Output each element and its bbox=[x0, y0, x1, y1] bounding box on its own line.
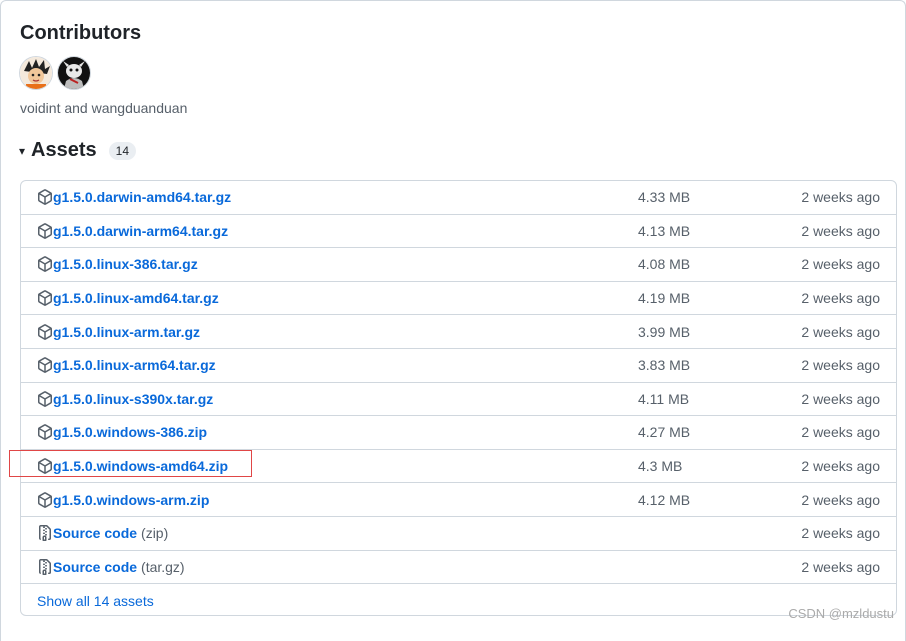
assets-toggle[interactable]: ▾ Assets 14 bbox=[19, 139, 136, 162]
package-icon bbox=[37, 458, 53, 474]
asset-name: g1.5.0.linux-amd64.tar.gz bbox=[53, 290, 219, 307]
release-panel: Contributors voidint and wangduanduan ▾ … bbox=[0, 0, 906, 641]
asset-row: g1.5.0.darwin-amd64.tar.gz 4.33 MB 2 weeks… bbox=[21, 181, 896, 215]
asset-row: g1.5.0.windows-386.zip 4.27 MB 2 weeks ago bbox=[21, 416, 896, 450]
asset-row: g1.5.0.linux-386.tar.gz 4.08 MB 2 weeks ag… bbox=[21, 248, 896, 282]
asset-name: g1.5.0.windows-386.zip bbox=[53, 424, 208, 441]
asset-date: 2 weeks ago bbox=[801, 189, 880, 206]
asset-name: Source code bbox=[53, 525, 138, 542]
asset-name: g1.5.0.linux-arm.tar.gz bbox=[53, 323, 201, 340]
asset-date: 2 weeks ago bbox=[801, 558, 880, 575]
asset-date: 2 weeks ago bbox=[801, 424, 880, 441]
asset-name-suffix: (zip) bbox=[141, 525, 169, 542]
asset-name-cell: Source code (zip) bbox=[37, 517, 168, 550]
file-zip-icon bbox=[37, 558, 53, 575]
asset-row: g1.5.0.windows-arm.zip 4.12 MB 2 weeks ago bbox=[21, 483, 896, 517]
asset-date: 2 weeks ago bbox=[801, 290, 880, 307]
avatar-voidint[interactable] bbox=[20, 57, 52, 89]
package-icon bbox=[37, 256, 53, 273]
asset-name-cell: g1.5.0.linux-386.tar.gz bbox=[37, 248, 198, 281]
asset-name: g1.5.0.darwin-amd64.tar.gz bbox=[53, 189, 232, 206]
package-icon bbox=[37, 357, 53, 374]
contributor-avatars bbox=[20, 57, 90, 89]
asset-name: g1.5.0.linux-s390x.tar.gz bbox=[53, 390, 214, 407]
asset-row: g1.5.0.darwin-arm64.tar.gz 4.13 MB 2 weeks… bbox=[21, 215, 896, 249]
asset-name: g1.5.0.darwin-arm64.tar.gz bbox=[53, 222, 229, 239]
asset-row: g1.5.0.linux-arm64.tar.gz 3.83 MB 2 weeks … bbox=[21, 349, 896, 383]
asset-name-cell: g1.5.0.linux-arm.tar.gz bbox=[37, 315, 200, 348]
asset-size: 4.08 MB bbox=[638, 256, 691, 273]
asset-date: 2 weeks ago bbox=[801, 256, 880, 273]
asset-name: Source code bbox=[53, 558, 138, 575]
asset-download-link[interactable]: g1.5.0.windows-386.zip bbox=[53, 424, 207, 440]
asset-download-link[interactable]: Source code (tar.gz) bbox=[53, 559, 185, 575]
asset-size: 4.19 MB bbox=[638, 290, 691, 307]
asset-size: 4.27 MB bbox=[638, 424, 691, 441]
assets-list: g1.5.0.darwin-amd64.tar.gz 4.33 MB 2 weeks… bbox=[20, 180, 897, 616]
asset-download-link[interactable]: g1.5.0.darwin-amd64.tar.gz bbox=[53, 189, 231, 205]
package-icon bbox=[37, 391, 53, 407]
asset-name-cell: g1.5.0.linux-amd64.tar.gz bbox=[37, 282, 219, 315]
asset-row: g1.5.0.linux-arm.tar.gz 3.99 MB 2 weeks ag… bbox=[21, 315, 896, 349]
asset-size: 3.99 MB bbox=[638, 323, 691, 340]
contributor-names: voidint and wangduanduan bbox=[20, 100, 188, 116]
asset-name-cell: g1.5.0.darwin-amd64.tar.gz bbox=[37, 181, 231, 214]
asset-date: 2 weeks ago bbox=[801, 491, 880, 508]
watermark: CSDN @mzldustu bbox=[788, 606, 894, 621]
asset-size: 4.33 MB bbox=[638, 189, 691, 206]
asset-size: 3.83 MB bbox=[638, 357, 691, 374]
asset-name-cell: g1.5.0.linux-s390x.tar.gz bbox=[37, 383, 213, 416]
asset-download-link[interactable]: g1.5.0.linux-arm.tar.gz bbox=[53, 324, 200, 340]
asset-download-link[interactable]: g1.5.0.windows-amd64.zip bbox=[53, 458, 228, 474]
avatar-wangduanduan[interactable] bbox=[58, 57, 90, 89]
asset-date: 2 weeks ago bbox=[801, 390, 880, 407]
asset-size: 4.3 MB bbox=[638, 458, 683, 475]
asset-name-suffix: (tar.gz) bbox=[141, 558, 185, 575]
asset-row: Source code (tar.gz) 2 weeks ago bbox=[21, 551, 896, 585]
show-all-assets-link[interactable]: Show all 14 assets bbox=[37, 584, 154, 615]
assets-heading: Assets bbox=[31, 139, 97, 161]
asset-download-link[interactable]: g1.5.0.linux-arm64.tar.gz bbox=[53, 357, 216, 373]
asset-size: 4.11 MB bbox=[638, 390, 690, 407]
asset-row: g1.5.0.linux-amd64.tar.gz 4.19 MB 2 weeks … bbox=[21, 282, 896, 316]
asset-name-cell: Source code (tar.gz) bbox=[37, 551, 185, 584]
asset-date: 2 weeks ago bbox=[801, 525, 880, 542]
asset-download-link[interactable]: g1.5.0.windows-arm.zip bbox=[53, 492, 209, 508]
asset-date: 2 weeks ago bbox=[801, 357, 880, 374]
asset-name: g1.5.0.windows-amd64.zip bbox=[53, 458, 229, 475]
asset-row: g1.5.0.linux-s390x.tar.gz 4.11 MB 2 weeks … bbox=[21, 383, 896, 417]
show-all-row: Show all 14 assets bbox=[21, 584, 896, 615]
asset-name-cell: g1.5.0.windows-386.zip bbox=[37, 416, 207, 449]
asset-name-cell: g1.5.0.windows-arm.zip bbox=[37, 483, 209, 516]
package-icon bbox=[37, 491, 53, 508]
package-icon bbox=[37, 290, 53, 306]
asset-row: Source code (zip) 2 weeks ago bbox=[21, 517, 896, 551]
contributors-heading: Contributors bbox=[20, 22, 142, 44]
caret-down-icon: ▾ bbox=[19, 143, 26, 158]
asset-date: 2 weeks ago bbox=[801, 323, 880, 340]
assets-count-badge: 14 bbox=[108, 141, 136, 160]
package-icon bbox=[37, 189, 53, 206]
asset-name-cell: g1.5.0.windows-amd64.zip bbox=[37, 450, 228, 483]
asset-size: 4.12 MB bbox=[638, 491, 691, 508]
asset-date: 2 weeks ago bbox=[801, 222, 880, 239]
asset-name: g1.5.0.linux-386.tar.gz bbox=[53, 256, 198, 273]
asset-download-link[interactable]: g1.5.0.linux-386.tar.gz bbox=[53, 256, 198, 272]
asset-download-link[interactable]: Source code (zip) bbox=[53, 525, 168, 541]
package-icon bbox=[37, 223, 53, 239]
file-zip-icon bbox=[37, 525, 53, 542]
asset-date: 2 weeks ago bbox=[801, 458, 880, 475]
asset-download-link[interactable]: g1.5.0.linux-s390x.tar.gz bbox=[53, 391, 213, 407]
asset-size: 4.13 MB bbox=[638, 222, 691, 239]
asset-row: g1.5.0.windows-amd64.zip 4.3 MB 2 weeks ag… bbox=[21, 450, 896, 484]
asset-name: g1.5.0.windows-arm.zip bbox=[53, 491, 210, 508]
asset-name-cell: g1.5.0.darwin-arm64.tar.gz bbox=[37, 215, 228, 248]
asset-name: g1.5.0.linux-arm64.tar.gz bbox=[53, 357, 216, 374]
package-icon bbox=[37, 323, 53, 340]
asset-download-link[interactable]: g1.5.0.linux-amd64.tar.gz bbox=[53, 290, 219, 306]
asset-name-cell: g1.5.0.linux-arm64.tar.gz bbox=[37, 349, 216, 382]
asset-download-link[interactable]: g1.5.0.darwin-arm64.tar.gz bbox=[53, 223, 228, 239]
package-icon bbox=[37, 424, 53, 441]
